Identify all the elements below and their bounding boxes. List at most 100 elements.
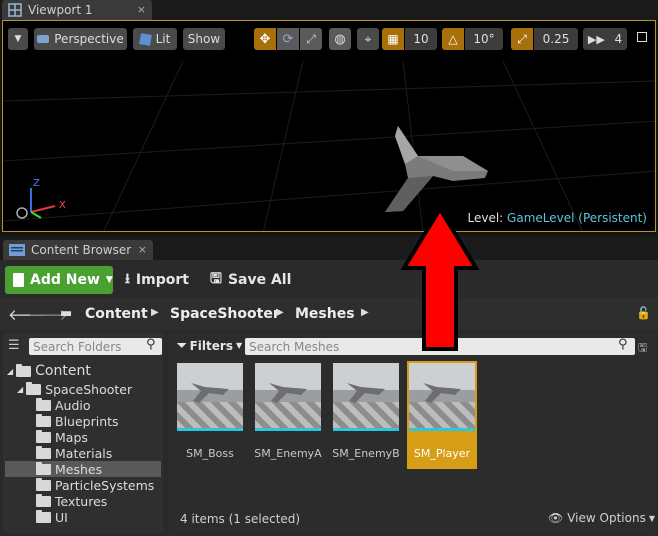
view-options-button[interactable]: 👁 View Options ▼ <box>548 511 655 525</box>
tree-label: Maps <box>55 430 88 445</box>
new-file-icon <box>13 273 24 287</box>
breadcrumb-separator-icon[interactable]: ▶ <box>361 307 369 318</box>
camera-speed-value: 4 <box>614 32 623 46</box>
level-indicator: Level: GameLevel (Persistent) <box>468 211 648 225</box>
level-name: GameLevel (Persistent) <box>507 211 647 225</box>
search-assets-placeholder: Search Meshes <box>249 339 340 354</box>
breadcrumb-separator-icon[interactable]: ▶ <box>151 307 159 318</box>
import-label: Import <box>135 272 189 288</box>
x-axis-label: X <box>59 200 66 211</box>
asset-name: SM_Boss <box>186 447 234 460</box>
mesh-thumbnail <box>255 363 321 431</box>
world-local-button[interactable]: ◍ <box>329 28 351 50</box>
rotation-snap-toggle[interactable]: △ <box>442 28 464 50</box>
lit-button[interactable]: Lit <box>133 28 177 50</box>
tree-label: Materials <box>55 446 113 461</box>
asset-tile-sm-enemyb[interactable]: SM_EnemyB <box>331 361 401 469</box>
rotate-mode-button[interactable]: ⟳ <box>277 28 299 50</box>
tree-label: Audio <box>55 398 91 413</box>
tab-content-browser[interactable]: Content Browser × <box>3 240 153 260</box>
search-icon: ⚲ <box>618 337 628 352</box>
scale-mode-button[interactable]: ⤢ <box>300 28 322 50</box>
tab-viewport[interactable]: Viewport 1 × <box>2 0 152 20</box>
lit-cube-icon <box>138 32 152 46</box>
folder-icon <box>16 363 32 377</box>
expanded-arrow-icon: ◢ <box>17 385 24 394</box>
axis-gizmo <box>16 188 56 219</box>
expanded-arrow-icon: ◢ <box>7 366 14 376</box>
tree-item-particlesystems[interactable]: ParticleSystems <box>36 478 154 493</box>
spaceship-mesh <box>385 126 488 212</box>
viewport-options-button[interactable]: ▼ <box>8 28 28 50</box>
search-folders-placeholder: Search Folders <box>33 339 122 354</box>
tree-label: Content <box>35 363 91 379</box>
tree-label: Blueprints <box>55 414 119 429</box>
asset-tile-sm-enemya[interactable]: SM_EnemyA <box>253 361 323 469</box>
save-search-icon[interactable]: 🖫 <box>638 339 647 358</box>
tree-item-meshes[interactable]: Meshes <box>36 462 102 477</box>
mesh-thumbnail <box>177 363 243 431</box>
add-new-button[interactable]: Add New ▼ <box>5 266 113 294</box>
search-folders-input[interactable]: Search Folders <box>29 338 162 355</box>
rotation-snap-value[interactable]: 10° <box>465 28 503 50</box>
tree-item-content[interactable]: ◢ Content <box>7 363 91 379</box>
close-icon[interactable]: × <box>138 243 147 256</box>
maximize-icon[interactable] <box>637 32 647 42</box>
save-all-label: Save All <box>227 272 292 288</box>
breadcrumb-separator-icon[interactable]: ▶ <box>276 307 284 318</box>
scale-snap-icon: ⤢ <box>517 31 527 46</box>
tree-item-spaceshooter[interactable]: ◢ SpaceShooter <box>17 382 132 397</box>
camera-icon <box>37 35 50 43</box>
add-new-label: Add New <box>30 272 100 288</box>
chevron-down-icon: ▼ <box>235 341 243 350</box>
tree-item-blueprints[interactable]: Blueprints <box>36 414 119 429</box>
tree-item-ui[interactable]: UI <box>36 510 68 525</box>
scale-snap-value[interactable]: 0.25 <box>534 28 578 50</box>
scale-snap-toggle[interactable]: ⤢ <box>511 28 533 50</box>
close-icon[interactable]: × <box>137 3 146 16</box>
translate-mode-button[interactable]: ✥ <box>254 28 276 50</box>
rotate-icon: ⟳ <box>282 31 294 47</box>
tree-item-audio[interactable]: Audio <box>36 398 91 413</box>
viewport-tabbar: Viewport 1 × <box>0 0 658 20</box>
breadcrumb-spaceshooter[interactable]: SpaceShooter <box>170 306 280 322</box>
breadcrumb-content[interactable]: Content <box>85 306 148 322</box>
filters-button[interactable]: ⏷ Filters ▼ <box>177 338 242 353</box>
show-button[interactable]: Show <box>183 28 225 50</box>
folder-icon <box>36 510 51 523</box>
asset-name: SM_EnemyA <box>254 447 322 460</box>
tree-item-maps[interactable]: Maps <box>36 430 88 445</box>
perspective-button[interactable]: Perspective <box>34 28 127 50</box>
perspective-label: Perspective <box>54 32 124 46</box>
translate-icon: ✥ <box>259 31 271 47</box>
camera-speed-button[interactable]: ▶▶ 4 <box>583 28 627 50</box>
mesh-thumbnail <box>333 363 399 431</box>
folder-open-icon: ▬ <box>60 306 73 321</box>
tree-label: ParticleSystems <box>55 478 155 493</box>
grid-lines <box>3 60 655 231</box>
viewport-tab-label: Viewport 1 <box>28 3 93 17</box>
save-icon: 🖫 <box>210 271 222 287</box>
save-all-button[interactable]: 🖫 Save All <box>210 266 291 294</box>
eye-icon: 👁 <box>548 511 564 525</box>
lit-label: Lit <box>155 32 171 46</box>
content-browser-tab-label: Content Browser <box>31 243 132 257</box>
breadcrumb-meshes[interactable]: Meshes <box>295 306 355 322</box>
grid-snap-value[interactable]: 10 <box>405 28 437 50</box>
level-viewport[interactable]: ▼ Perspective Lit Show ✥ ⟳ ⤢ ◍ ⌖ ▦ 10 △ … <box>2 20 656 232</box>
asset-tile-sm-player[interactable]: SM_Player <box>407 361 477 469</box>
chevron-down-icon: ▼ <box>14 34 22 44</box>
tree-item-materials[interactable]: Materials <box>36 446 112 461</box>
import-icon: ⭳ <box>125 271 130 287</box>
lock-icon[interactable]: 🔓 <box>636 306 651 320</box>
folder-icon <box>36 446 51 459</box>
surface-snap-icon: ⌖ <box>364 31 372 46</box>
grid-snap-toggle[interactable]: ▦ <box>382 28 404 50</box>
surface-snap-button[interactable]: ⌖ <box>357 28 379 50</box>
asset-tile-sm-boss[interactable]: SM_Boss <box>175 361 245 469</box>
sources-toggle-icon[interactable]: ☰ <box>8 338 20 353</box>
import-button[interactable]: ⭳ Import <box>125 266 189 294</box>
folder-icon <box>36 494 51 507</box>
tree-label: SpaceShooter <box>45 382 133 397</box>
tree-item-textures[interactable]: Textures <box>36 494 107 509</box>
